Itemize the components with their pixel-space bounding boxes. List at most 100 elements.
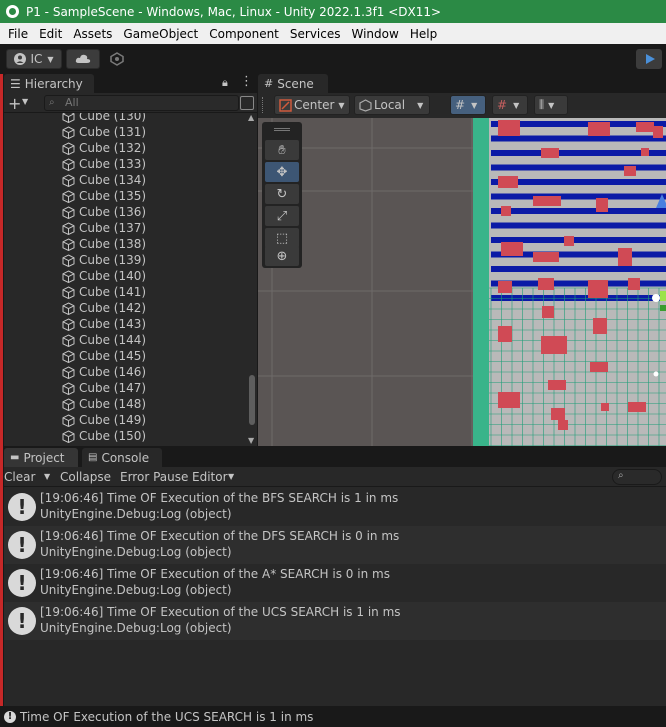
user-icon [14, 53, 27, 65]
grid-snap-icon: # [455, 98, 466, 112]
hierarchy-item[interactable]: Cube (136) [4, 204, 244, 220]
console-log-entry[interactable]: ! [19:06:46] Time OF Execution of the DFS… [4, 526, 666, 564]
menu-edit[interactable]: Edit [34, 27, 67, 41]
transform-icon: ⊕ [276, 248, 288, 264]
rotate-tool-button[interactable]: ↻ [265, 184, 299, 204]
hierarchy-item[interactable]: Cube (144) [4, 332, 244, 348]
scroll-up-icon[interactable]: ▲ [248, 113, 254, 122]
lock-icon[interactable]: 🔒︎ [222, 76, 228, 90]
error-pause-button[interactable]: Error Pause [120, 469, 188, 485]
hierarchy-item[interactable]: Cube (147) [4, 380, 244, 396]
menu-component[interactable]: Component [204, 27, 284, 41]
title-bar: P1 - SampleScene - Windows, Mac, Linux -… [0, 0, 666, 23]
tab-console-label: Console [101, 450, 150, 465]
info-icon: ! [8, 493, 36, 521]
hierarchy-item[interactable]: Cube (150) [4, 428, 244, 444]
hierarchy-item-label: Cube (148) [79, 397, 147, 411]
obstacle [541, 336, 567, 354]
wall-row [491, 164, 666, 171]
hierarchy-item[interactable]: Cube (148) [4, 396, 244, 412]
hierarchy-item[interactable]: Cube (140) [4, 268, 244, 284]
hierarchy-item[interactable]: Cube (130) [4, 113, 244, 124]
wall-row [491, 222, 666, 229]
audio-visual-toggle[interactable]: ⫼ ▼ [534, 95, 568, 115]
hierarchy-item[interactable]: Cube (142) [4, 300, 244, 316]
menu-file[interactable]: File [3, 27, 33, 41]
pivot-icon [279, 98, 292, 112]
obstacle [564, 236, 574, 246]
scene-search-icon[interactable] [240, 96, 254, 110]
hand-tool-button[interactable]: ✋︎ [265, 140, 299, 160]
obstacle [551, 408, 565, 420]
obstacle [498, 392, 520, 408]
obstacle [624, 166, 636, 176]
collapse-button[interactable]: Collapse [60, 469, 111, 485]
status-message[interactable]: Time OF Execution of the UCS SEARCH is 1… [20, 710, 313, 724]
obstacle [538, 278, 554, 290]
hierarchy-item[interactable]: Cube (131) [4, 124, 244, 140]
collab-icon[interactable] [110, 52, 124, 69]
increment-snap-toggle[interactable]: # ▼ [492, 95, 528, 115]
grid-snap-toggle[interactable]: # ▼ [450, 95, 486, 115]
tab-console[interactable]: ▤ Console [82, 448, 162, 467]
scroll-down-icon[interactable]: ▼ [248, 436, 254, 445]
hierarchy-item[interactable]: Cube (134) [4, 172, 244, 188]
menu-assets[interactable]: Assets [68, 27, 117, 41]
account-dropdown[interactable]: IC ▼ [6, 49, 62, 69]
transform-tool-button[interactable]: ⊕ [265, 246, 299, 266]
play-button[interactable] [636, 49, 662, 69]
rect-tool-button[interactable]: ⬚ [265, 228, 299, 248]
hierarchy-item-label: Cube (144) [79, 333, 147, 347]
menu-window[interactable]: Window [347, 27, 404, 41]
console-search-input[interactable]: ⌕ [612, 469, 662, 485]
editor-target-dropdown[interactable]: Editor [192, 469, 228, 485]
scale-tool-button[interactable]: ⤢ [265, 206, 299, 226]
menu-help[interactable]: Help [405, 27, 442, 41]
tab-hierarchy-label: Hierarchy [24, 76, 83, 91]
obstacle [628, 278, 640, 290]
hierarchy-item[interactable]: Cube (133) [4, 156, 244, 172]
tab-scene[interactable]: # Scene [258, 74, 328, 93]
hand-icon: ✋︎ [278, 142, 286, 158]
hierarchy-item[interactable]: Cube (143) [4, 316, 244, 332]
hierarchy-item[interactable]: Cube (132) [4, 140, 244, 156]
hierarchy-scrollbar[interactable]: ▲ ▼ [247, 113, 257, 446]
hierarchy-item[interactable]: Cube (139) [4, 252, 244, 268]
console-log-entry[interactable]: ! [19:06:46] Time OF Execution of the UCS… [4, 602, 666, 640]
hierarchy-item[interactable]: Cube (135) [4, 188, 244, 204]
tab-hierarchy[interactable]: ☰ Hierarchy [4, 74, 94, 93]
console-log-entry[interactable]: ! [19:06:46] Time OF Execution of the BFS… [4, 488, 666, 526]
pivot-mode-dropdown[interactable]: Center ▼ [274, 95, 350, 115]
more-options-icon[interactable]: ⋮ [240, 74, 253, 89]
hierarchy-item[interactable]: Cube (137) [4, 220, 244, 236]
move-tool-button[interactable]: ✥ [265, 162, 299, 182]
cube-icon [62, 381, 75, 395]
add-dropdown-icon[interactable]: ▼ [22, 97, 28, 106]
scene-viewport[interactable]: ✋︎ ✥ ↻ ⤢ ⬚ ⊕ [258, 118, 666, 446]
hierarchy-item[interactable]: Cube (138) [4, 236, 244, 252]
console-log-entry[interactable]: ! [19:06:46] Time OF Execution of the A* … [4, 564, 666, 602]
hierarchy-item[interactable]: Cube (141) [4, 284, 244, 300]
hierarchy-item-label: Cube (133) [79, 157, 147, 171]
console-tabbar: ▬ Project ▤ Console [4, 448, 666, 467]
menu-services[interactable]: Services [285, 27, 346, 41]
hierarchy-item-label: Cube (134) [79, 173, 147, 187]
cube-icon [62, 365, 75, 379]
hierarchy-item[interactable]: Cube (146) [4, 364, 244, 380]
clear-button[interactable]: Clear [4, 469, 35, 485]
cloud-button[interactable] [66, 49, 100, 69]
add-icon[interactable]: + [8, 94, 21, 113]
space-label: Local [374, 98, 406, 112]
obstacle [498, 120, 520, 136]
scrollbar-thumb[interactable] [249, 375, 255, 425]
hierarchy-item[interactable]: Cube (145) [4, 348, 244, 364]
menu-gameobject[interactable]: GameObject [118, 27, 203, 41]
hierarchy-search-input[interactable]: ⌕ All [44, 95, 239, 111]
hierarchy-search-bar: + ▼ ⌕ All [4, 93, 257, 113]
tab-project[interactable]: ▬ Project [4, 448, 78, 467]
obstacle [558, 420, 568, 430]
clear-options-icon[interactable]: ▼ [44, 469, 50, 485]
move-handle-z [660, 305, 666, 311]
hierarchy-item[interactable]: Cube (149) [4, 412, 244, 428]
space-mode-dropdown[interactable]: Local ▼ [354, 95, 430, 115]
